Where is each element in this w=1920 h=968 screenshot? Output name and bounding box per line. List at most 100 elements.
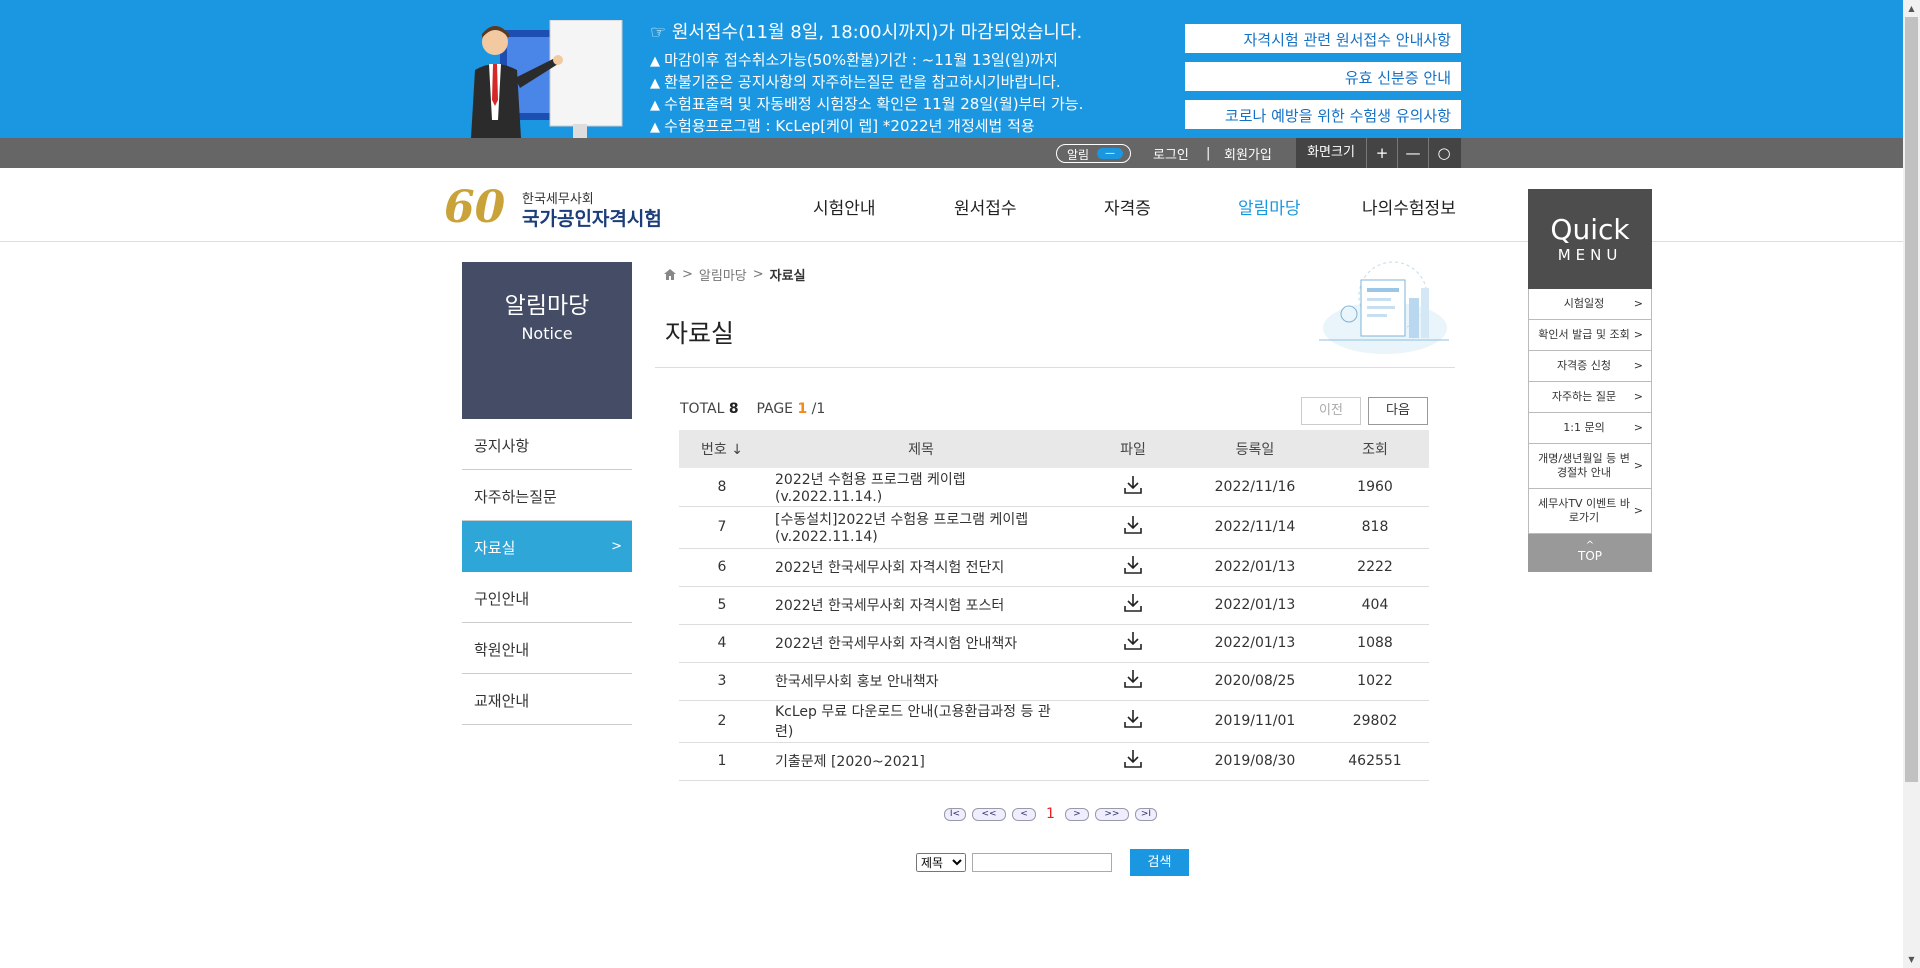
quick-info-change[interactable]: 개명/생년월일 등 변경절차 안내 >: [1528, 444, 1652, 489]
row-file: [1077, 548, 1189, 587]
top-label: TOP: [1577, 549, 1602, 563]
table-header-row: 번호 ↓ 제목 파일 등록일 조회: [679, 430, 1429, 468]
quick-tv-event[interactable]: 세무사TV 이벤트 바로가기 >: [1528, 489, 1652, 534]
row-title-link[interactable]: 2022년 한국세무사회 자격시험 전단지: [765, 548, 1077, 587]
table-row[interactable]: 3 한국세무사회 홍보 안내책자 2020/08/25 1022: [679, 662, 1429, 701]
column-number[interactable]: 번호 ↓: [679, 430, 765, 468]
quick-one-on-one[interactable]: 1:1 문의 >: [1528, 413, 1652, 444]
nav-certificate[interactable]: 자격증: [1104, 194, 1151, 219]
row-title-link[interactable]: 2022년 한국세무사회 자격시험 안내책자: [765, 624, 1077, 663]
sidebar-item-academies[interactable]: 학원안내: [462, 623, 632, 674]
pagination: I< << < 1 > >> >I: [944, 806, 1157, 822]
document-illustration: [1319, 261, 1449, 354]
alarm-label: 알림: [1067, 148, 1090, 162]
breadcrumb-parent[interactable]: 알림마당: [699, 265, 747, 284]
table-row[interactable]: 4 2022년 한국세무사회 자격시험 안내책자 2022/01/13 1088: [679, 624, 1429, 663]
breadcrumb-separator: >: [682, 267, 693, 282]
nav-my-exam-info[interactable]: 나의수험정보: [1362, 194, 1456, 219]
sidebar-item-textbooks[interactable]: 교재안내: [462, 674, 632, 725]
table-row[interactable]: 7 [수동설치]2022년 수험용 프로그램 케이렙(v.2022.11.14) 2…: [679, 506, 1429, 549]
row-number: 4: [679, 624, 765, 663]
quick-certificate-issue[interactable]: 확인서 발급 및 조회 >: [1528, 320, 1652, 351]
sidebar-item-notices[interactable]: 공지사항: [462, 419, 632, 470]
home-icon[interactable]: [664, 269, 676, 280]
row-title-link[interactable]: KcLep 무료 다운로드 안내(고용환급과정 등 관련): [765, 700, 1077, 743]
row-title-link[interactable]: 한국세무사회 홍보 안내책자: [765, 662, 1077, 701]
quick-item-label: 세무사TV 이벤트 바로가기: [1537, 497, 1631, 524]
table-row[interactable]: 6 2022년 한국세무사회 자격시험 전단지 2022/01/13 2222: [679, 548, 1429, 587]
last-page-button[interactable]: >I: [1134, 807, 1157, 821]
page: ☞ 원서접수(11월 8일, 18:00시까지)가 마감되었습니다. 마감이후 …: [0, 0, 1920, 968]
table-row[interactable]: 8 2022년 수험용 프로그램 케이렙(v.2022.11.14.) 2022/1…: [679, 468, 1429, 507]
next-page-arrow-button[interactable]: >: [1064, 807, 1089, 821]
download-icon[interactable]: [1122, 630, 1144, 652]
chevron-right-icon: >: [1633, 421, 1643, 434]
zoom-in-button[interactable]: +: [1366, 138, 1397, 168]
search-button[interactable]: 검색: [1130, 849, 1189, 876]
row-number: 5: [679, 586, 765, 625]
next-page-button[interactable]: 다음: [1368, 397, 1428, 425]
banner-line: 수험표출력 및 자동배정 시험장소 확인은 11월 28일(월)부터 가능.: [650, 94, 1083, 116]
table-row[interactable]: 5 2022년 한국세무사회 자격시험 포스터 2022/01/13 404: [679, 586, 1429, 625]
quick-license-apply[interactable]: 자격증 신청 >: [1528, 351, 1652, 382]
banner-notice-lines: 마감이후 접수취소가능(50%환불)기간 : ~11월 13일(일)까지 환불기…: [650, 50, 1083, 138]
quick-exam-schedule[interactable]: 시험일정 >: [1528, 289, 1652, 320]
zoom-out-button[interactable]: —: [1397, 138, 1428, 168]
sidebar-item-faq[interactable]: 자주하는질문: [462, 470, 632, 521]
next-10-pages-button[interactable]: >>: [1094, 807, 1129, 821]
covid-precaution-link[interactable]: 코로나 예방을 위한 수험생 유의사항: [1185, 100, 1461, 129]
sidebar-item-archive[interactable]: 자료실 >: [462, 521, 632, 572]
screen-size-label: 화면크기: [1307, 145, 1355, 160]
vertical-scrollbar[interactable]: ▲ ▼: [1903, 0, 1920, 968]
prev-page-button[interactable]: 이전: [1301, 397, 1361, 425]
scroll-up-arrow-icon[interactable]: ▲: [1903, 0, 1920, 17]
application-guide-link[interactable]: 자격시험 관련 원서접수 안내사항: [1185, 24, 1461, 53]
valid-id-guide-link[interactable]: 유효 신분증 안내: [1185, 62, 1461, 91]
download-icon[interactable]: [1122, 708, 1144, 730]
column-file: 파일: [1077, 430, 1189, 468]
search-field-select[interactable]: 제목: [916, 853, 966, 872]
download-icon[interactable]: [1122, 668, 1144, 690]
download-icon[interactable]: [1122, 592, 1144, 614]
download-icon[interactable]: [1122, 554, 1144, 576]
presenter-illustration: [471, 20, 623, 138]
login-link[interactable]: 로그인: [1153, 138, 1189, 168]
prev-page-arrow-button[interactable]: <: [1012, 807, 1036, 821]
archive-table: 번호 ↓ 제목 파일 등록일 조회 8 2022년 수험용 프로그램 케이렙(v.…: [679, 430, 1429, 781]
page-number-current[interactable]: 1: [1046, 806, 1055, 822]
zoom-reset-button[interactable]: ○: [1428, 138, 1459, 168]
row-title-link[interactable]: 기출문제 [2020~2021]: [765, 742, 1077, 781]
first-page-button[interactable]: I<: [944, 807, 966, 821]
quick-menu: Quick MENU 시험일정 > 확인서 발급 및 조회 > 자격증 신청 > 자주…: [1528, 189, 1652, 572]
nav-application[interactable]: 원서접수: [954, 194, 1017, 219]
screen-size-control: 화면크기 + — ○: [1296, 138, 1461, 168]
util-separator: |: [1206, 145, 1211, 161]
scroll-down-arrow-icon[interactable]: ▼: [1903, 951, 1920, 968]
row-date: 2019/11/01: [1189, 700, 1321, 743]
page-label: PAGE: [756, 401, 794, 417]
row-title-link[interactable]: [수동설치]2022년 수험용 프로그램 케이렙(v.2022.11.14): [765, 506, 1077, 549]
prev-10-pages-button[interactable]: <<: [972, 807, 1006, 821]
sidebar-item-jobs[interactable]: 구인안내: [462, 572, 632, 623]
download-icon[interactable]: [1122, 748, 1144, 770]
row-date: 2022/11/14: [1189, 506, 1321, 549]
table-row[interactable]: 1 기출문제 [2020~2021] 2019/08/30 462551: [679, 742, 1429, 781]
breadcrumb: > 알림마당 > 자료실: [664, 265, 806, 284]
site-logo[interactable]: 60 한국세무사회 국가공인자격시험: [444, 182, 664, 234]
table-row[interactable]: 2 KcLep 무료 다운로드 안내(고용환급과정 등 관련) 2019/11/01…: [679, 700, 1429, 743]
nav-exam-info[interactable]: 시험안내: [813, 194, 876, 219]
row-title-link[interactable]: 2022년 수험용 프로그램 케이렙(v.2022.11.14.): [765, 468, 1077, 507]
download-icon[interactable]: [1122, 474, 1144, 496]
scroll-top-button[interactable]: ^ TOP: [1528, 534, 1652, 572]
column-title: 제목: [765, 430, 1077, 468]
alarm-toggle[interactable]: 알림 —: [1056, 144, 1131, 163]
search-bar: 제목 검색: [916, 849, 1189, 876]
scrollbar-thumb[interactable]: [1905, 17, 1918, 782]
row-title-link[interactable]: 2022년 한국세무사회 자격시험 포스터: [765, 586, 1077, 625]
quick-faq[interactable]: 자주하는 질문 >: [1528, 382, 1652, 413]
search-input[interactable]: [972, 853, 1112, 872]
signup-link[interactable]: 회원가입: [1224, 138, 1272, 168]
nav-notice[interactable]: 알림마당: [1238, 194, 1301, 219]
download-icon[interactable]: [1122, 514, 1144, 536]
chevron-right-icon: >: [1633, 297, 1643, 310]
